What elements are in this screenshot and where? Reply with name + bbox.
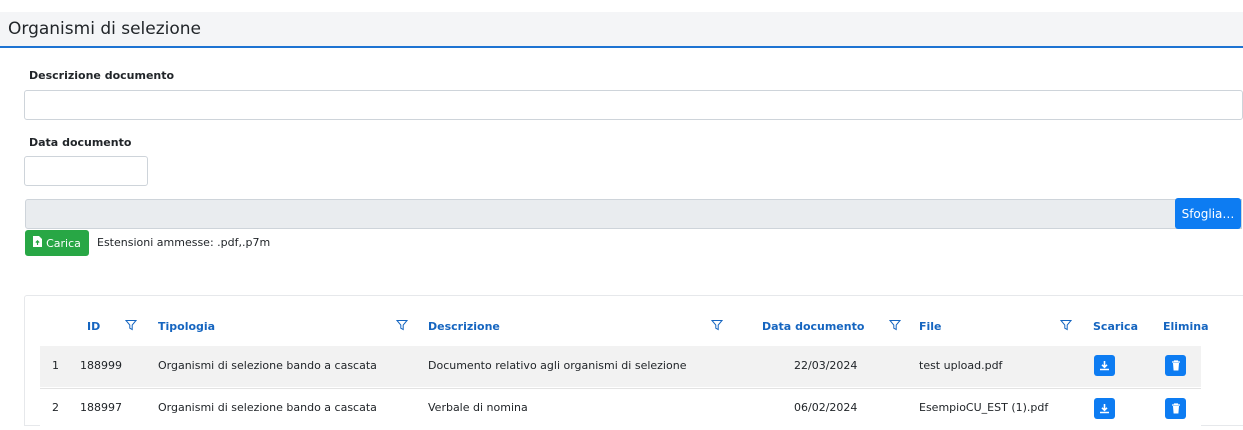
row-data-documento: 22/03/2024 <box>794 359 858 372</box>
upload-button-label: Carica <box>46 236 81 250</box>
panel-header: Organismi di selezione <box>0 12 1243 48</box>
download-button[interactable] <box>1094 398 1115 419</box>
download-icon <box>1100 361 1109 371</box>
filter-icon[interactable] <box>711 319 723 331</box>
column-header-tipologia[interactable]: Tipologia <box>158 320 215 333</box>
descrizione-label: Descrizione documento <box>29 69 175 82</box>
trash-icon <box>1171 360 1180 371</box>
row-tipologia: Organismi di selezione bando a cascata <box>158 401 377 414</box>
row-file: test upload.pdf <box>919 359 1003 372</box>
row-file: EsempioCU_EST (1).pdf <box>919 401 1049 414</box>
column-header-data-documento[interactable]: Data documento <box>762 320 864 333</box>
delete-button[interactable] <box>1165 355 1186 376</box>
row-id: 188997 <box>80 401 122 414</box>
column-header-scarica: Scarica <box>1093 320 1139 333</box>
row-index: 1 <box>52 359 59 372</box>
column-header-file[interactable]: File <box>919 320 942 333</box>
row-id: 188999 <box>80 359 122 372</box>
allowed-extensions-text: Estensioni ammesse: .pdf,.p7m <box>97 236 271 249</box>
page-title: Organismi di selezione <box>8 19 202 39</box>
filter-icon[interactable] <box>889 319 901 331</box>
row-index: 2 <box>52 401 59 414</box>
row-descrizione: Verbale di nomina <box>428 401 528 414</box>
descrizione-input[interactable] <box>24 90 1243 120</box>
row-descrizione: Documento relativo agli organismi di sel… <box>428 359 687 372</box>
filter-icon[interactable] <box>396 319 408 331</box>
download-button[interactable] <box>1094 355 1115 376</box>
data-documento-label: Data documento <box>29 136 132 149</box>
browse-button[interactable]: Sfoglia… <box>1175 198 1241 229</box>
upload-button[interactable]: Carica <box>25 230 89 256</box>
column-header-elimina: Elimina <box>1163 320 1209 333</box>
column-header-descrizione[interactable]: Descrizione <box>428 320 500 333</box>
file-input[interactable] <box>25 199 1242 229</box>
row-data-documento: 06/02/2024 <box>794 401 858 414</box>
filter-icon[interactable] <box>125 319 137 331</box>
download-icon <box>1100 404 1109 414</box>
file-upload-icon <box>33 236 43 250</box>
row-tipologia: Organismi di selezione bando a cascata <box>158 359 377 372</box>
data-documento-input[interactable] <box>24 156 148 186</box>
trash-icon <box>1171 403 1180 414</box>
delete-button[interactable] <box>1165 398 1186 419</box>
column-header-id[interactable]: ID <box>87 320 100 333</box>
filter-icon[interactable] <box>1060 319 1072 331</box>
